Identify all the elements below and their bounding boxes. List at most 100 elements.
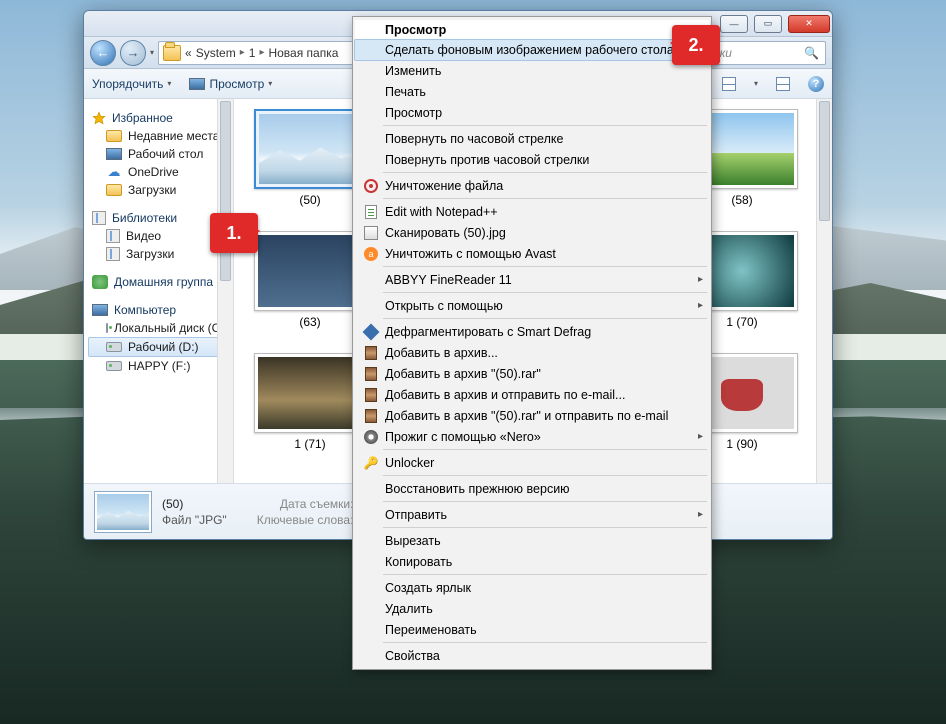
folder-icon xyxy=(106,130,122,142)
ctx-rename[interactable]: Переименовать xyxy=(355,619,709,640)
ctx-shortcut[interactable]: Создать ярлык xyxy=(355,577,709,598)
details-filetype: Файл "JPG" xyxy=(162,513,227,527)
ctx-set-wallpaper[interactable]: Сделать фоновым изображением рабочего ст… xyxy=(354,39,710,61)
notepad-icon xyxy=(365,205,377,219)
ctx-print[interactable]: Печать xyxy=(355,81,709,102)
ctx-copy[interactable]: Копировать xyxy=(355,551,709,572)
thumb-image xyxy=(258,357,362,429)
chevron-right-icon: ▸ xyxy=(240,47,245,58)
navigation-pane: Избранное Недавние места Рабочий стол ☁O… xyxy=(84,99,234,483)
nav-forward-button[interactable]: → xyxy=(120,40,146,66)
ctx-rar-2[interactable]: Добавить в архив "(50).rar" xyxy=(355,363,709,384)
ctx-preview[interactable]: Просмотр xyxy=(355,102,709,123)
details-filename: (50) xyxy=(162,497,227,511)
sidebar-item-drive-f[interactable]: HAPPY (F:) xyxy=(88,357,229,375)
folder-icon xyxy=(163,45,181,61)
ctx-rotate-ccw[interactable]: Повернуть против часовой стрелки xyxy=(355,149,709,170)
details-thumbnail xyxy=(94,491,152,533)
ctx-unlocker[interactable]: 🔑Unlocker xyxy=(355,452,709,473)
ctx-restore[interactable]: Восстановить прежнюю версию xyxy=(355,478,709,499)
view-options-button[interactable] xyxy=(722,77,736,91)
rar-icon xyxy=(365,409,377,423)
preview-icon xyxy=(189,78,205,90)
homegroup-icon xyxy=(92,275,108,289)
sidebar-item-desktop[interactable]: Рабочий стол xyxy=(88,145,229,163)
ctx-defrag[interactable]: Дефрагментировать с Smart Defrag xyxy=(355,321,709,342)
rar-icon xyxy=(365,346,377,360)
rar-icon xyxy=(365,367,377,381)
scanner-icon xyxy=(364,226,378,240)
ctx-notepadpp[interactable]: Edit with Notepad++ xyxy=(355,201,709,222)
annotation-2: 2. xyxy=(672,25,720,65)
thumb-image xyxy=(259,114,361,184)
ctx-destroy[interactable]: Уничтожение файла xyxy=(355,175,709,196)
drive-icon xyxy=(106,342,122,352)
chevron-right-icon: ▸ xyxy=(259,47,264,58)
defrag-icon xyxy=(363,323,380,340)
thumb-image xyxy=(258,235,362,307)
nav-back-button[interactable]: ← xyxy=(90,40,116,66)
content-scrollbar[interactable] xyxy=(816,99,832,483)
context-menu: Просмотр Сделать фоновым изображением ра… xyxy=(352,16,712,670)
crumb-folder[interactable]: Новая папка xyxy=(268,46,338,60)
nav-history-icon[interactable]: ▾ xyxy=(150,48,154,57)
ctx-send-to[interactable]: Отправить xyxy=(355,504,709,525)
sidebar-scrollbar[interactable] xyxy=(217,99,233,483)
avast-icon: a xyxy=(364,247,378,261)
sidebar-homegroup-header[interactable]: Домашняя группа xyxy=(88,273,229,291)
sidebar-computer-header[interactable]: Компьютер xyxy=(88,301,229,319)
sidebar-item-downloads-lib[interactable]: Загрузки xyxy=(88,245,229,263)
library-icon xyxy=(92,211,106,225)
downloads-icon xyxy=(106,247,120,261)
ctx-scan[interactable]: Сканировать (50).jpg xyxy=(355,222,709,243)
annotation-1: 1. xyxy=(210,213,258,253)
rar-icon xyxy=(365,388,377,402)
help-button[interactable]: ? xyxy=(808,76,824,92)
sidebar-item-video[interactable]: Видео xyxy=(88,227,229,245)
organize-button[interactable]: Упорядочить▾ xyxy=(92,77,171,91)
ctx-open-with[interactable]: Открыть с помощью xyxy=(355,295,709,316)
preview-pane-button[interactable] xyxy=(776,77,790,91)
star-icon xyxy=(92,111,106,125)
details-date-label: Дата съемки: xyxy=(257,497,354,511)
minimize-button[interactable]: — xyxy=(720,15,748,33)
cloud-icon: ☁ xyxy=(106,165,122,179)
drive-icon xyxy=(106,323,108,333)
ctx-nero[interactable]: Прожиг с помощью «Nero» xyxy=(355,426,709,447)
ctx-abbyy[interactable]: ABBYY FineReader 11 xyxy=(355,269,709,290)
sidebar-favorites-header[interactable]: Избранное xyxy=(88,109,229,127)
key-icon: 🔑 xyxy=(364,456,379,470)
ctx-rar-1[interactable]: Добавить в архив... xyxy=(355,342,709,363)
ctx-delete[interactable]: Удалить xyxy=(355,598,709,619)
ctx-header: Просмотр xyxy=(355,20,709,40)
ctx-cut[interactable]: Вырезать xyxy=(355,530,709,551)
ctx-edit[interactable]: Изменить xyxy=(355,60,709,81)
ctx-rar-3[interactable]: Добавить в архив и отправить по e-mail..… xyxy=(355,384,709,405)
drive-icon xyxy=(106,361,122,371)
ctx-avast[interactable]: aУничтожить с помощью Avast xyxy=(355,243,709,264)
target-icon xyxy=(364,179,378,193)
sidebar-item-drive-c[interactable]: Локальный диск (C:) xyxy=(88,319,229,337)
sidebar-item-downloads[interactable]: Загрузки xyxy=(88,181,229,199)
crumb-1[interactable]: 1 xyxy=(249,46,256,60)
close-button[interactable]: ✕ xyxy=(788,15,830,33)
desktop-icon xyxy=(106,148,122,160)
video-icon xyxy=(106,229,120,243)
crumb-system[interactable]: System xyxy=(196,46,236,60)
maximize-button[interactable]: ▭ xyxy=(754,15,782,33)
ctx-rar-4[interactable]: Добавить в архив "(50).rar" и отправить … xyxy=(355,405,709,426)
computer-icon xyxy=(92,304,108,316)
sidebar-item-drive-d[interactable]: Рабочий (D:) xyxy=(88,337,229,357)
details-keywords-label: Ключевые слова: xyxy=(257,513,354,527)
sidebar-item-recent[interactable]: Недавние места xyxy=(88,127,229,145)
sidebar-libraries-header[interactable]: Библиотеки xyxy=(88,209,229,227)
crumb-prefix: « xyxy=(185,46,192,60)
disc-icon xyxy=(364,430,378,444)
search-input[interactable]: нки 🔍 xyxy=(706,41,826,65)
preview-button[interactable]: Просмотр▾ xyxy=(189,77,272,91)
sidebar-item-onedrive[interactable]: ☁OneDrive xyxy=(88,163,229,181)
ctx-rotate-cw[interactable]: Повернуть по часовой стрелке xyxy=(355,128,709,149)
search-icon: 🔍 xyxy=(804,46,819,60)
folder-icon xyxy=(106,184,122,196)
ctx-properties[interactable]: Свойства xyxy=(355,645,709,666)
